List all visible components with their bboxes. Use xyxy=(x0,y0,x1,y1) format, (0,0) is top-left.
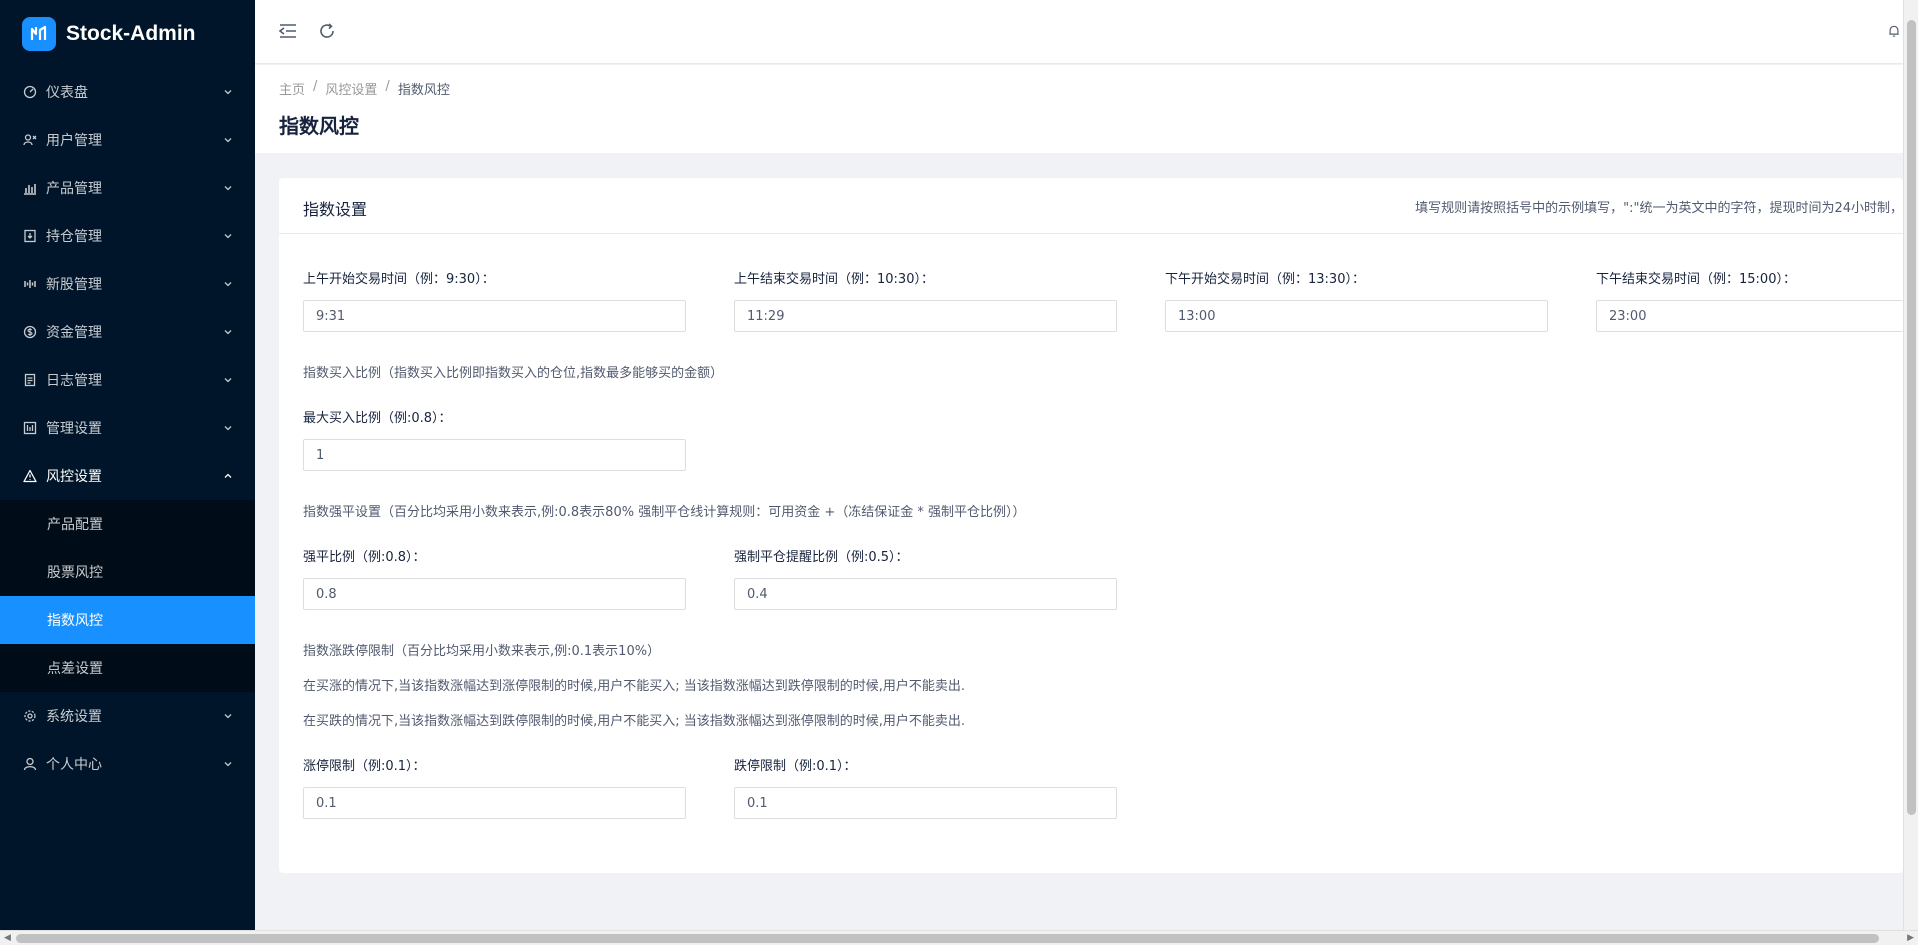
logo-icon xyxy=(22,17,56,51)
force-close-note: 指数强平设置（百分比均采用小数来表示,例:0.8表示80% 强制平仓线计算规则：… xyxy=(303,505,1026,520)
sidebar-item-profile[interactable]: 个人中心 xyxy=(0,740,255,788)
sidebar-item-admin-settings[interactable]: 管理设置 xyxy=(0,404,255,452)
sidebar: Stock-Admin 仪表盘 用户管理 产品管理 持仓管理 新股管理 资金管理… xyxy=(0,0,255,945)
signal-icon xyxy=(22,276,38,292)
sidebar-item-risk-settings[interactable]: 风控设置 xyxy=(0,452,255,500)
breadcrumb-parent[interactable]: 风控设置 xyxy=(325,79,377,98)
limit-rule-short: 在买跌的情况下,当该指数涨幅达到跌停限制的时候,用户不能买入; 当该指数涨幅达到… xyxy=(303,714,966,729)
download-box-icon xyxy=(22,228,38,244)
sidebar-item-users[interactable]: 用户管理 xyxy=(0,116,255,164)
vertical-scroll-thumb[interactable] xyxy=(1907,20,1916,815)
chevron-down-icon xyxy=(224,186,232,191)
limit-note: 指数涨跌停限制（百分比均采用小数来表示,例:0.1表示10%） xyxy=(303,644,661,659)
refresh-icon[interactable] xyxy=(316,20,338,42)
vertical-scrollbar[interactable] xyxy=(1903,0,1918,930)
fill-rules-hint: 填写规则请按照括号中的示例填写，":"统一为英文中的字符，提现时间为24小时制， xyxy=(1415,201,1903,216)
scroll-right-icon[interactable]: ▶ xyxy=(1907,931,1914,945)
app-title: Stock-Admin xyxy=(66,22,196,45)
chevron-down-icon xyxy=(224,138,232,143)
page-header: 主页 / 风控设置 / 指数风控 指数风控 xyxy=(255,65,1903,153)
breadcrumb-current: 指数风控 xyxy=(397,83,450,98)
panel-icon xyxy=(22,420,38,436)
up-limit-input[interactable] xyxy=(303,787,686,819)
money-icon xyxy=(22,324,38,340)
sidebar-item-logs[interactable]: 日志管理 xyxy=(0,356,255,404)
am-end-input[interactable] xyxy=(734,300,1117,332)
chevron-down-icon xyxy=(224,282,232,287)
pm-start-input[interactable] xyxy=(1165,300,1548,332)
chevron-down-icon xyxy=(224,426,232,431)
pm-start-label: 下午开始交易时间（例：13:30）： xyxy=(1165,272,1365,287)
chevron-down-icon xyxy=(224,330,232,335)
force-warn-input[interactable] xyxy=(734,578,1117,610)
sidebar-item-funds[interactable]: 资金管理 xyxy=(0,308,255,356)
sidebar-subitem-product-config[interactable]: 产品配置 xyxy=(0,500,255,548)
chevron-down-icon xyxy=(224,762,232,767)
sidebar-subitem-stock-risk[interactable]: 股票风控 xyxy=(0,548,255,596)
max-buy-label: 最大买入比例（例:0.8）： xyxy=(303,411,452,426)
chevron-down-icon xyxy=(224,714,232,719)
card-title: 指数设置 xyxy=(303,200,368,219)
top-header xyxy=(255,0,1903,64)
pm-end-label: 下午结束交易时间（例：15:00）： xyxy=(1596,272,1796,287)
chevron-down-icon xyxy=(224,234,232,239)
buy-ratio-note: 指数买入比例（指数买入比例即指数买入的仓位,指数最多能够买的金额） xyxy=(303,366,724,381)
index-settings-card: 指数设置 填写规则请按照括号中的示例填写，":"统一为英文中的字符，提现时间为2… xyxy=(279,178,1903,873)
sidebar-item-ipo[interactable]: 新股管理 xyxy=(0,260,255,308)
card-header: 指数设置 填写规则请按照括号中的示例填写，":"统一为英文中的字符，提现时间为2… xyxy=(279,178,1903,234)
logo[interactable]: Stock-Admin xyxy=(0,0,255,68)
horizontal-scroll-thumb[interactable] xyxy=(16,934,1879,943)
bar-chart-icon xyxy=(22,180,38,196)
am-start-label: 上午开始交易时间（例：9:30）： xyxy=(303,272,495,287)
chevron-down-icon xyxy=(224,90,232,95)
breadcrumb-home[interactable]: 主页 xyxy=(279,79,305,98)
up-limit-label: 涨停限制（例:0.1）： xyxy=(303,759,426,774)
down-limit-label: 跌停限制（例:0.1）： xyxy=(734,759,857,774)
breadcrumb: 主页 / 风控设置 / 指数风控 xyxy=(279,79,450,98)
chevron-down-icon xyxy=(224,378,232,383)
sidebar-subitem-index-risk[interactable]: 指数风控 xyxy=(0,596,255,644)
pm-end-input[interactable] xyxy=(1596,300,1903,332)
force-ratio-input[interactable] xyxy=(303,578,686,610)
max-buy-input[interactable] xyxy=(303,439,686,471)
sidebar-item-positions[interactable]: 持仓管理 xyxy=(0,212,255,260)
force-warn-label: 强制平仓提醒比例（例:0.5）： xyxy=(734,550,909,565)
sidebar-subitem-spread-settings[interactable]: 点差设置 xyxy=(0,644,255,692)
scroll-left-icon[interactable]: ◀ xyxy=(4,931,11,945)
sidebar-item-dashboard[interactable]: 仪表盘 xyxy=(0,68,255,116)
log-icon xyxy=(22,372,38,388)
am-start-input[interactable] xyxy=(303,300,686,332)
horizontal-scrollbar[interactable]: ◀ ▶ xyxy=(0,930,1918,945)
sidebar-item-system-settings[interactable]: 系统设置 xyxy=(0,692,255,740)
force-ratio-label: 强平比例（例:0.8）： xyxy=(303,550,426,565)
down-limit-input[interactable] xyxy=(734,787,1117,819)
am-end-label: 上午结束交易时间（例：10:30）： xyxy=(734,272,934,287)
gear-icon xyxy=(22,708,38,724)
limit-rule-long: 在买涨的情况下,当该指数涨幅达到涨停限制的时候,用户不能买入; 当该指数涨幅达到… xyxy=(303,679,966,694)
sidebar-item-products[interactable]: 产品管理 xyxy=(0,164,255,212)
warning-icon xyxy=(22,468,38,484)
bell-icon[interactable] xyxy=(1887,20,1901,42)
chevron-up-icon xyxy=(224,473,232,478)
dashboard-icon xyxy=(22,84,38,100)
risk-submenu: 产品配置 股票风控 指数风控 点差设置 xyxy=(0,500,255,692)
users-icon xyxy=(22,132,38,148)
collapse-menu-icon[interactable] xyxy=(277,20,299,42)
page-title: 指数风控 xyxy=(279,114,359,138)
user-icon xyxy=(22,756,38,772)
